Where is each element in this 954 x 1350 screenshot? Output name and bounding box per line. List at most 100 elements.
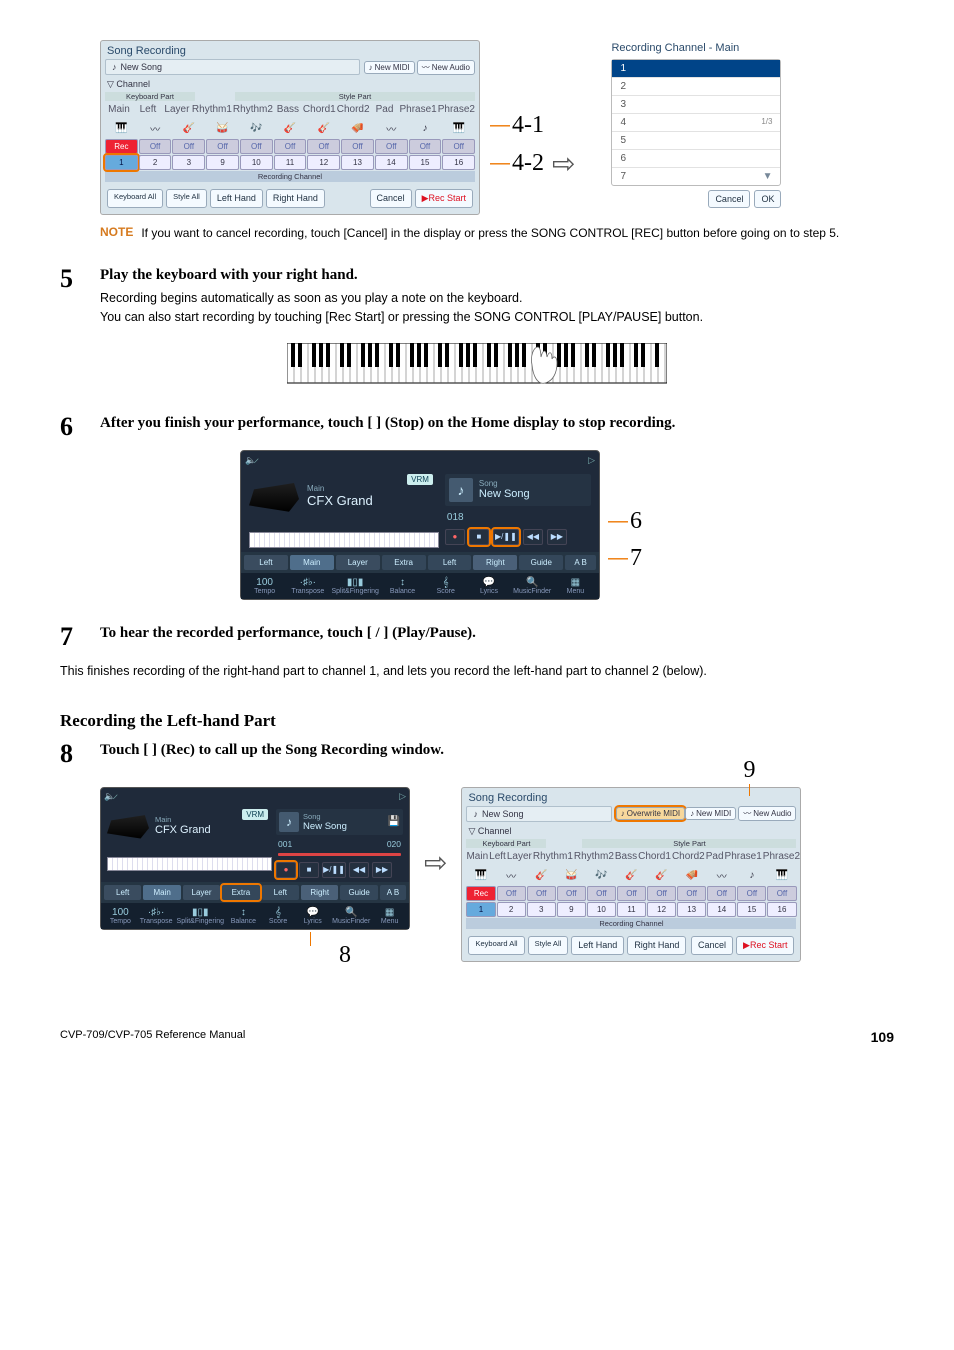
guitar-icon: 🎸: [172, 120, 205, 137]
callout-4-2: 4-2: [512, 150, 544, 177]
chan-cancel-button[interactable]: Cancel: [708, 190, 750, 208]
keyboard-all-button[interactable]: Keyboard All: [107, 189, 163, 208]
forward-button[interactable]: ▶▶: [547, 529, 567, 545]
voice-name: CFX Grand: [307, 493, 373, 508]
transpose-icon: ·♯♭·: [288, 577, 327, 588]
song-label: Song: [479, 479, 530, 488]
left-hand-button[interactable]: Left Hand: [210, 189, 263, 208]
cancel-button[interactable]: Cancel: [370, 189, 412, 208]
voice-main-label: Main: [307, 484, 373, 493]
step-7-body: This finishes recording of the right-han…: [60, 662, 894, 681]
callout-4-1: 4-1: [512, 112, 544, 139]
recording-channel-list[interactable]: 1 2 3 41/3 5 6 7▼: [611, 59, 781, 186]
record-button[interactable]: ●: [445, 529, 465, 545]
callout-6: 6: [630, 508, 642, 535]
callout-8: 8: [280, 942, 410, 969]
arrow-flow-icon: ⇨: [424, 846, 447, 879]
speaker-off-icon-2: 🔈̷: [104, 791, 115, 802]
right-hand-button[interactable]: Right Hand: [266, 189, 325, 208]
style-all-button[interactable]: Style All: [166, 189, 207, 208]
rewind-button[interactable]: ◀◀: [523, 529, 543, 545]
drum-icon: 🥁: [206, 120, 239, 137]
step-7-head: To hear the recorded performance, touch …: [100, 624, 476, 644]
record-button-2[interactable]: ●: [276, 862, 296, 878]
song-note-icon: ♪: [449, 478, 473, 502]
step-8-head: Touch [ ] (Rec) to call up the Song Reco…: [100, 741, 444, 761]
new-audio-button[interactable]: 〰 New Audio: [417, 60, 475, 75]
note-text: If you want to cancel recording, touch […: [141, 225, 839, 242]
chan-ok-button[interactable]: OK: [754, 190, 781, 208]
part-header-row: MainLeftLayer Rhythm1Rhythm2Bass Chord1C…: [101, 101, 479, 118]
part-tab-strip[interactable]: LeftMainLayer ExtraLeftRightGuideA B: [241, 552, 599, 573]
cancel-button-2[interactable]: Cancel: [691, 936, 733, 955]
vrm-badge-2: VRM: [242, 809, 268, 820]
channel-toggle[interactable]: ▽ Channel: [101, 77, 479, 92]
part-icon-row: 🎹〰🎸 🥁🎶🎸 🎸🪗〰 ♪🎹: [101, 118, 479, 139]
step-6-head: After you finish your performance, touch…: [100, 414, 675, 434]
channel-number-row[interactable]: 1 23 91011 121314 1516: [101, 155, 479, 170]
new-midi-button[interactable]: ♪ New MIDI: [364, 61, 415, 74]
keyboard-illustration: [287, 343, 667, 390]
rec-off-row[interactable]: RecOffOff OffOffOff OffOffOff OffOff: [101, 139, 479, 154]
pull-right-icon[interactable]: ▷: [588, 455, 595, 466]
overwrite-midi-button[interactable]: ♪ Overwrite MIDI: [616, 807, 685, 820]
phrase2-icon: 🎹: [442, 120, 475, 137]
style-all-button-2[interactable]: Style All: [528, 936, 569, 955]
step-7-number: 7: [60, 624, 100, 650]
phrase1-icon: ♪: [409, 120, 442, 137]
mini-keyboard: [249, 532, 439, 548]
style-part-header: Style Part: [235, 92, 475, 101]
extra-tab-highlighted[interactable]: Extra: [222, 885, 259, 900]
left-hand-button-2[interactable]: Left Hand: [571, 936, 624, 955]
keyboard-part-header: Keyboard Part: [105, 92, 195, 101]
keyboard-all-button-2[interactable]: Keyboard All: [468, 936, 524, 955]
step-5-head: Play the keyboard with your right hand.: [100, 266, 703, 286]
speaker-off-icon: 🔈̷: [245, 455, 256, 466]
bass-icon: 🎸: [274, 120, 307, 137]
note-label: NOTE: [100, 225, 133, 242]
new-midi-button-2[interactable]: ♪ New MIDI: [685, 807, 736, 820]
chevron-down-icon[interactable]: ▼: [763, 171, 773, 182]
song-recording-title: Song Recording: [101, 41, 479, 57]
menu-strip[interactable]: 100Tempo ·♯♭·Transpose ▮▯▮Split&Fingerin…: [241, 573, 599, 599]
play-pause-button-2[interactable]: ▶/❚❚: [322, 862, 346, 878]
recording-channel-label: Recording Channel: [105, 171, 475, 182]
rewind-button-2[interactable]: ◀◀: [349, 862, 369, 878]
vrm-badge: VRM: [407, 474, 433, 485]
split-icon: ▮▯▮: [331, 577, 378, 588]
stop-button-2[interactable]: ■: [299, 862, 319, 878]
callout-7: 7: [630, 545, 642, 572]
home-display-2: 🔈̷ ▷ VRM Main CFX Grand: [100, 787, 410, 930]
song-name: New Song: [479, 488, 530, 500]
rec-start-button[interactable]: ▶Rec Start: [415, 189, 473, 208]
callout-9: 9: [743, 757, 755, 784]
lyrics-icon: 💬: [469, 577, 508, 588]
menu-icon: ▦: [556, 577, 595, 588]
home-display-1: 🔈̷ ▷ VRM Main CFX Grand ♪: [240, 450, 600, 600]
score-icon: 𝄞: [426, 577, 465, 588]
save-icon[interactable]: 💾: [388, 816, 400, 827]
song-recording-window-2: Song Recording ♪New Song ♪ Overwrite MID…: [461, 787, 801, 962]
step-5-number: 5: [60, 266, 100, 292]
song-recording-window-1: Song Recording ♪ New Song ♪ New MIDI 〰 N…: [100, 40, 480, 215]
rec-start-button-2[interactable]: ▶Rec Start: [736, 936, 794, 955]
new-audio-button-2[interactable]: 〰 New Audio: [738, 806, 796, 821]
forward-button-2[interactable]: ▶▶: [372, 862, 392, 878]
pull-right-icon-2[interactable]: ▷: [399, 791, 406, 802]
step-5-body: Recording begins automatically as soon a…: [100, 289, 703, 327]
footer-page-number: 109: [871, 1029, 894, 1045]
right-hand-button-2[interactable]: Right Hand: [627, 936, 686, 955]
footer-reference: CVP-709/CVP-705 Reference Manual: [60, 1029, 245, 1045]
stop-button[interactable]: ■: [469, 529, 489, 545]
harmonica-icon: 〰: [139, 118, 172, 139]
piano-icon: 🎹: [105, 120, 138, 137]
transport-bar: ● ■ ▶/❚❚ ◀◀ ▶▶: [445, 529, 591, 545]
accordion-icon: 🪗: [341, 120, 374, 137]
counter: 018: [447, 512, 589, 523]
note-icon: ♪: [112, 62, 117, 72]
perc-icon: 🎶: [240, 120, 273, 137]
pad-icon: 〰: [375, 118, 408, 139]
guitar2-icon: 🎸: [307, 120, 340, 137]
play-pause-button[interactable]: ▶/❚❚: [493, 529, 519, 545]
arrow-right-icon: ⇨: [552, 147, 575, 180]
